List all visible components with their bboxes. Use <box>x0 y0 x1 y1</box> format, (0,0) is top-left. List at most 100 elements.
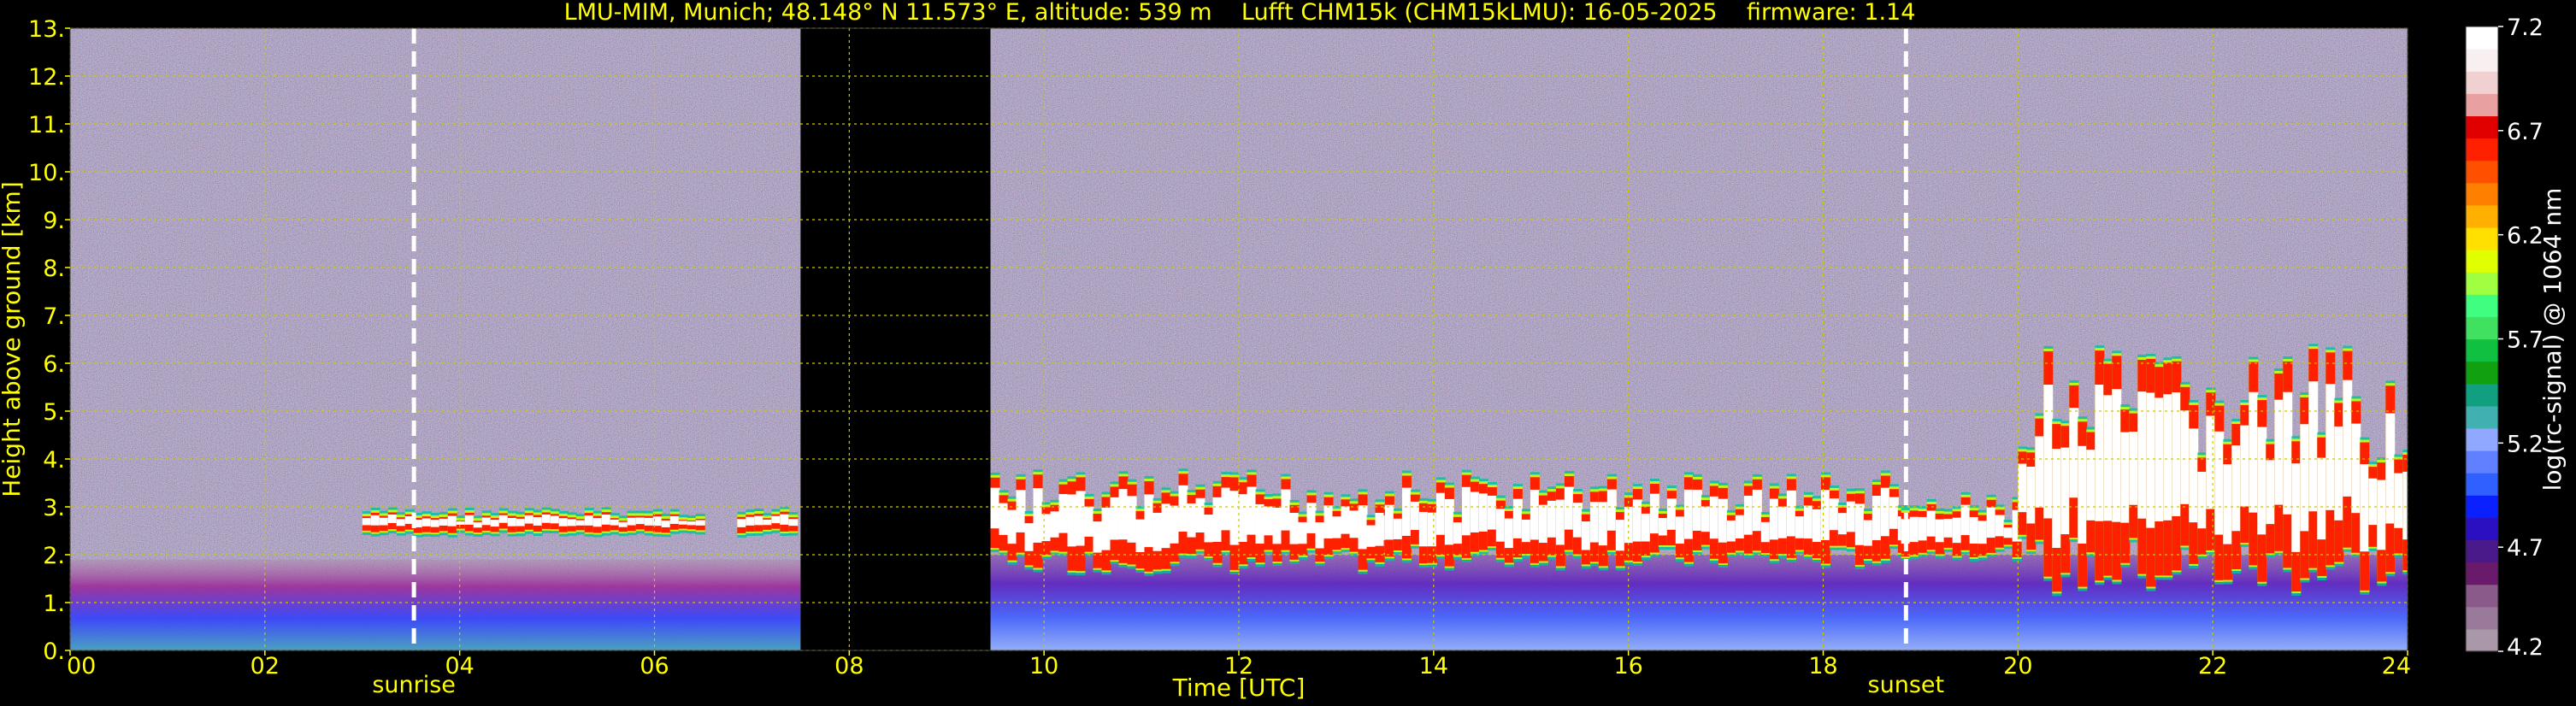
cloud-column <box>516 518 526 527</box>
cloud-column <box>490 520 500 527</box>
cloud-column <box>2078 445 2088 544</box>
cloud-column <box>1281 489 1291 531</box>
cloud-column <box>1470 491 1480 532</box>
cloud-column <box>2206 415 2216 509</box>
ceilometer-figure: LMU-MIM, Munich; 48.148° N 11.573° E, al… <box>0 0 2567 702</box>
cloud-column <box>2368 478 2379 526</box>
cloud-column <box>1084 506 1094 537</box>
colorbar-bin <box>2466 427 2498 451</box>
cloud-column <box>2291 463 2302 552</box>
cloud-column <box>1995 515 2005 537</box>
cloud-column <box>1504 518 1514 549</box>
cloud-column <box>1478 493 1488 532</box>
cloud-column <box>396 519 406 527</box>
plot-area <box>69 27 2408 651</box>
y-tick-label: 9. <box>43 208 65 234</box>
cloud-column <box>644 517 654 526</box>
cloud-column <box>1701 506 1711 532</box>
cloud-column <box>1323 505 1334 539</box>
colorbar-bin <box>2466 294 2498 317</box>
cloud-column <box>1803 505 1813 539</box>
x-tick-label: 24 <box>2382 653 2411 680</box>
cloud-column <box>1683 489 1694 539</box>
cloud-column <box>635 517 645 525</box>
cloud-column <box>2180 410 2190 504</box>
cloud-column <box>1889 497 1899 529</box>
colorbar-bin <box>2466 138 2498 162</box>
cloud-column <box>763 519 773 526</box>
cloud-column <box>1564 486 1574 530</box>
cloud-column <box>1067 494 1077 547</box>
cloud-column <box>2043 385 2054 519</box>
cloud-column <box>2197 471 2208 529</box>
cloud-column <box>1581 521 1591 550</box>
cloud-column <box>1820 490 1830 540</box>
colorbar-bin <box>2466 49 2498 72</box>
cloud-column <box>780 514 790 525</box>
cloud-column <box>695 520 705 526</box>
cloud-column <box>1264 506 1274 536</box>
cloud-column <box>1986 507 1996 538</box>
cloud-column <box>2129 432 2139 505</box>
cloud-column <box>1418 511 1429 547</box>
cloud-column <box>379 517 389 526</box>
cloud-column <box>999 503 1009 535</box>
cloud-column <box>362 518 372 526</box>
cloud-column <box>1487 495 1497 530</box>
cloud-column <box>661 520 671 527</box>
cloud-column <box>584 515 594 526</box>
y-tick-label: 13. <box>28 16 65 43</box>
colorbar-bin <box>2466 383 2498 407</box>
cloud-column <box>1170 505 1180 544</box>
cloud-column <box>2360 464 2370 552</box>
cloud-column <box>1453 522 1463 544</box>
cloud-column <box>1624 506 1634 544</box>
cloud-column <box>1769 498 1779 540</box>
cloud-column <box>1058 494 1069 533</box>
y-tick-label: 3. <box>43 495 65 521</box>
cloud-column <box>1033 488 1043 543</box>
cloud-column <box>2223 464 2233 544</box>
y-tick-label: 7. <box>43 303 65 330</box>
cloud-column <box>2283 391 2293 515</box>
cloud-column <box>1666 498 1677 530</box>
cloud-column <box>627 517 637 526</box>
cloud-column <box>1495 509 1506 542</box>
cloud-column <box>541 514 551 523</box>
cloud-column <box>1289 513 1300 544</box>
x-tick-label: 22 <box>2198 653 2227 680</box>
cloud-column <box>687 521 697 526</box>
colorbar-bin <box>2466 405 2498 429</box>
cloud-column <box>439 518 449 526</box>
cloud-column <box>1872 495 1882 541</box>
cloud-column <box>669 515 680 524</box>
cloud-column <box>2325 384 2336 510</box>
cloud-column <box>2343 379 2353 497</box>
cloud-column <box>771 515 781 524</box>
cloud-column <box>788 519 799 527</box>
cloud-column <box>1675 516 1685 544</box>
cloud-column <box>2003 527 2013 538</box>
cloud-column <box>430 520 440 527</box>
cloud-column <box>1110 497 1120 540</box>
cloud-column <box>1718 498 1728 543</box>
colorbar-bin <box>2466 160 2498 184</box>
cloud-column <box>1752 489 1762 532</box>
cloud-column <box>2308 381 2319 512</box>
cloud-column <box>1649 493 1659 534</box>
x-axis-label: Time [UTC] <box>1172 674 1306 702</box>
cloud-column <box>1332 516 1342 538</box>
cloud-column <box>1366 525 1376 547</box>
cloud-column <box>1786 490 1796 537</box>
cloud-column <box>1978 521 1988 544</box>
colorbar-bin <box>2466 361 2498 385</box>
y-tick-label: 4. <box>43 447 65 474</box>
cloud-column <box>2231 445 2242 532</box>
cloud-column <box>2317 457 2327 540</box>
colorbar-bin <box>2466 338 2498 362</box>
colorbar-bin <box>2466 272 2498 295</box>
y-tick-label: 6. <box>43 351 65 378</box>
cloud-column <box>1349 510 1359 538</box>
x-tick-label: 16 <box>1613 653 1642 680</box>
cloud-column <box>2103 395 2113 521</box>
